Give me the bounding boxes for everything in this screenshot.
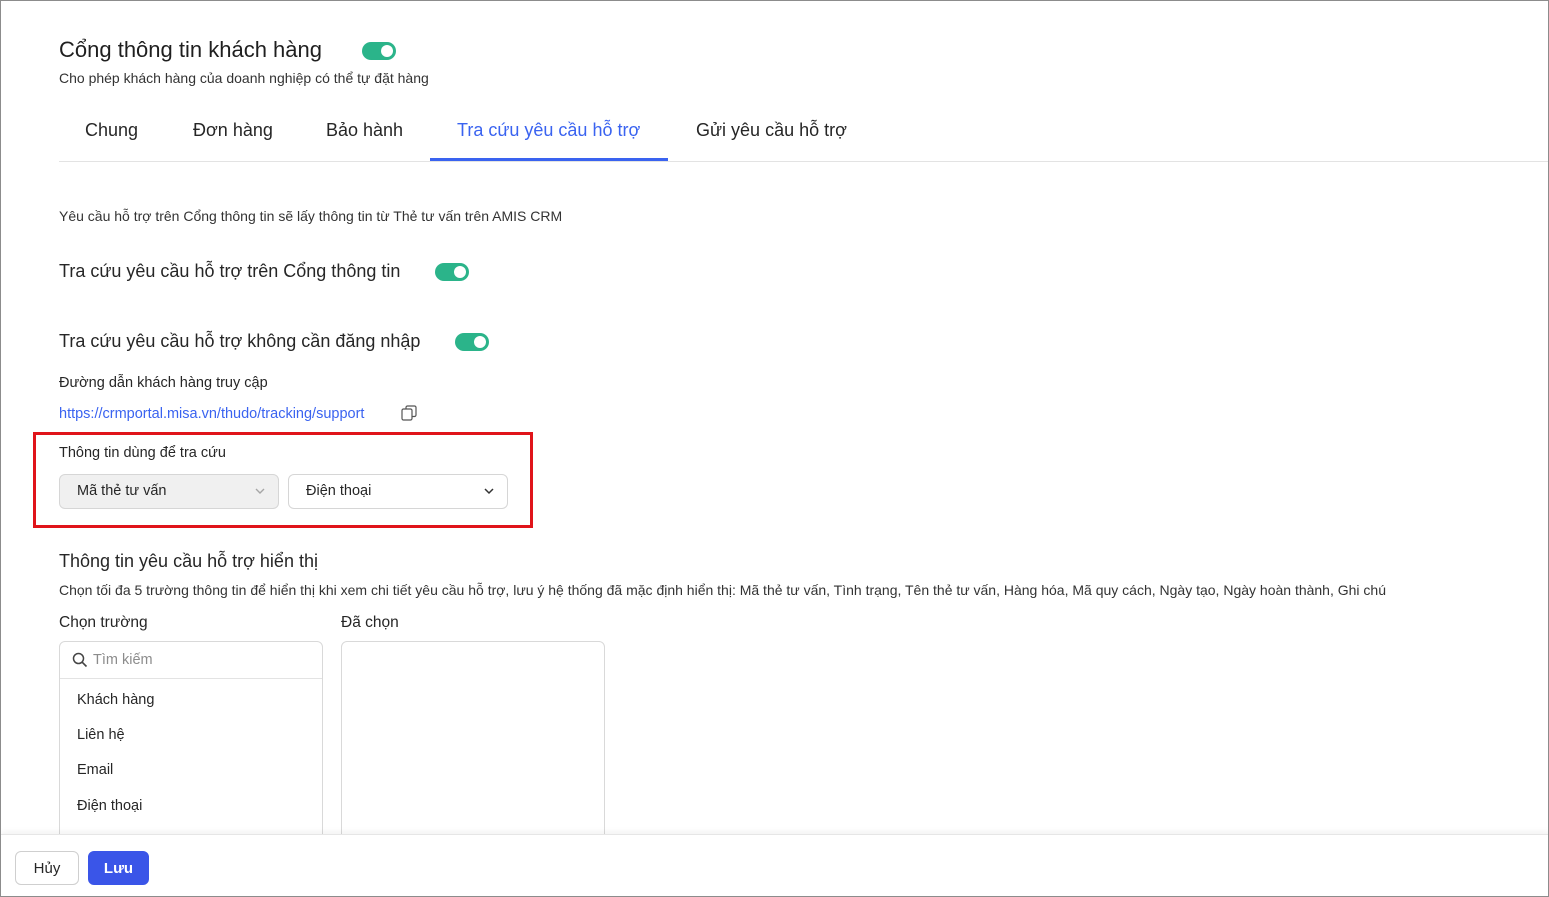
tab-orders[interactable]: Đơn hàng <box>193 108 303 161</box>
lookup-info-label: Thông tin dùng để tra cứu <box>59 445 226 461</box>
toggle-knob <box>381 45 393 57</box>
lookup-field-2-select[interactable]: Điện thoại <box>288 474 508 509</box>
lookup-no-login-label: Tra cứu yêu cầu hỗ trợ không cần đăng nh… <box>59 331 421 351</box>
field-item-phone[interactable]: Điện thoại <box>77 798 142 814</box>
save-button[interactable]: Lưu <box>88 851 149 885</box>
selected-field-label: Đã chọn <box>341 614 399 631</box>
info-text: Yêu cầu hỗ trợ trên Cổng thông tin sẽ lấ… <box>59 208 563 224</box>
portal-enabled-toggle[interactable] <box>362 42 396 60</box>
display-section-description: Chọn tối đa 5 trường thông tin để hiển t… <box>59 582 1386 598</box>
display-section-title: Thông tin yêu cầu hỗ trợ hiển thị <box>59 551 318 571</box>
lookup-field-2-value: Điện thoại <box>306 483 372 499</box>
lookup-field-1-select[interactable]: Mã thẻ tư vấn <box>59 474 279 509</box>
choose-field-label: Chọn trường <box>59 614 148 631</box>
lookup-field-1-value: Mã thẻ tư vấn <box>77 483 167 499</box>
access-link[interactable]: https://crmportal.misa.vn/thudo/tracking… <box>59 406 364 422</box>
chevron-down-icon <box>255 488 265 494</box>
copy-icon[interactable] <box>401 405 417 421</box>
tab-bar: Chung Đơn hàng Bảo hành Tra cứu yêu cầu … <box>59 108 1548 162</box>
tab-warranty[interactable]: Bảo hành <box>326 108 436 161</box>
tab-send-support[interactable]: Gửi yêu cầu hỗ trợ <box>696 108 876 161</box>
chevron-down-icon <box>484 488 494 495</box>
search-icon <box>72 652 88 668</box>
field-search-input[interactable] <box>93 650 313 670</box>
field-item-customer[interactable]: Khách hàng <box>77 692 154 708</box>
page-subtitle: Cho phép khách hàng của doanh nghiệp có … <box>59 70 429 86</box>
tab-general[interactable]: Chung <box>59 108 166 161</box>
tab-support-lookup[interactable]: Tra cứu yêu cầu hỗ trợ <box>430 108 668 161</box>
lookup-no-login-toggle[interactable] <box>455 333 489 351</box>
page-title: Cổng thông tin khách hàng <box>59 37 322 62</box>
lookup-portal-toggle[interactable] <box>435 263 469 281</box>
cancel-button[interactable]: Hủy <box>15 851 79 885</box>
field-item-email[interactable]: Email <box>77 762 113 778</box>
toggle-knob <box>474 336 486 348</box>
access-link-label: Đường dẫn khách hàng truy cập <box>59 375 268 391</box>
app-window: Cổng thông tin khách hàng Cho phép khách… <box>0 0 1549 897</box>
toggle-knob <box>454 266 466 278</box>
footer-bar: Hủy Lưu <box>1 834 1548 896</box>
lookup-portal-label: Tra cứu yêu cầu hỗ trợ trên Cổng thông t… <box>59 261 401 281</box>
field-item-contact[interactable]: Liên hệ <box>77 727 125 743</box>
field-search <box>60 642 322 679</box>
